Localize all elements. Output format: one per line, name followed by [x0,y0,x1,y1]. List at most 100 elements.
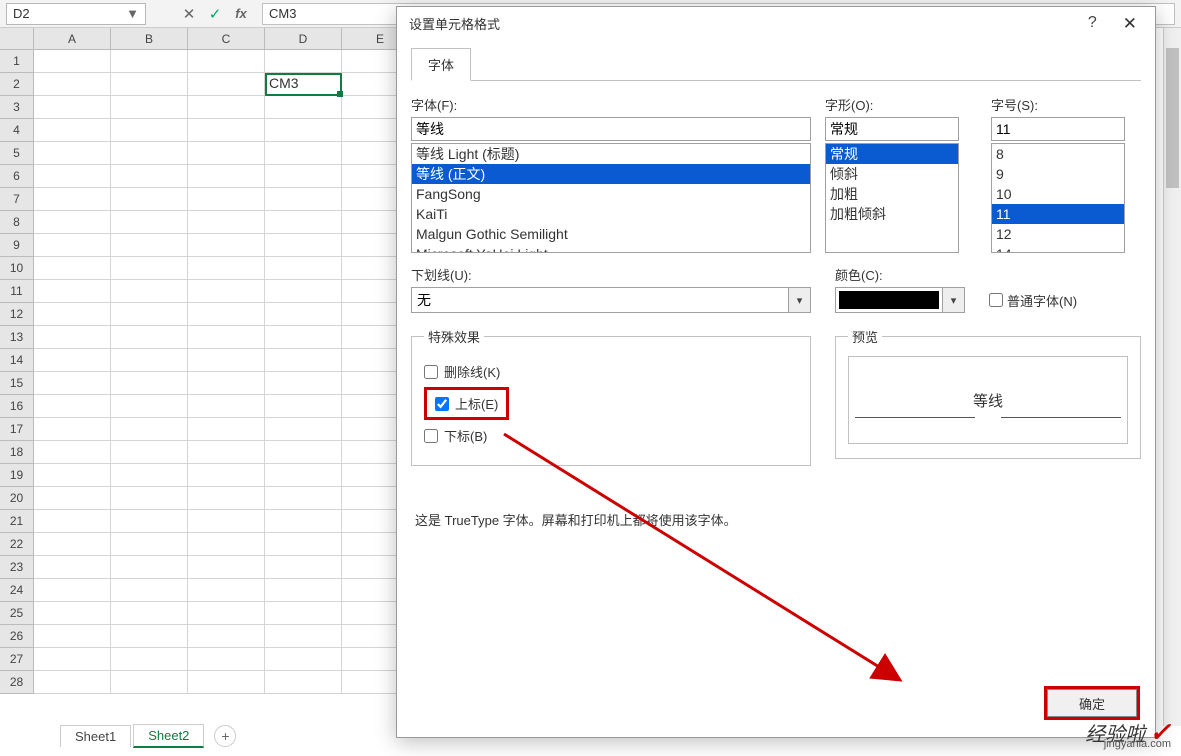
cell[interactable] [34,280,111,303]
scrollbar-thumb[interactable] [1166,48,1179,188]
cell[interactable] [34,119,111,142]
cell[interactable] [111,510,188,533]
cell[interactable] [265,119,342,142]
cell[interactable] [34,533,111,556]
cell[interactable] [111,625,188,648]
cell[interactable] [188,625,265,648]
cell[interactable] [111,671,188,694]
style-input[interactable] [825,117,959,141]
cell[interactable] [188,510,265,533]
cell[interactable] [34,579,111,602]
cell[interactable] [188,372,265,395]
cell[interactable] [34,464,111,487]
cell[interactable] [188,556,265,579]
list-item[interactable]: 等线 (正文) [412,164,810,184]
cell[interactable] [34,418,111,441]
cell[interactable] [34,556,111,579]
cell[interactable] [111,372,188,395]
list-item[interactable]: 9 [992,164,1124,184]
underline-combo[interactable]: ▾ [411,287,811,313]
row-header[interactable]: 15 [0,372,34,395]
col-header[interactable]: D [265,28,342,50]
cell[interactable] [188,280,265,303]
list-item[interactable]: 10 [992,184,1124,204]
cell[interactable] [265,188,342,211]
col-header[interactable]: B [111,28,188,50]
col-header[interactable]: C [188,28,265,50]
cell[interactable] [111,326,188,349]
row-header[interactable]: 8 [0,211,34,234]
cell[interactable] [111,464,188,487]
font-listbox[interactable]: 等线 Light (标题)等线 (正文)FangSongKaiTiMalgun … [411,143,811,253]
cell[interactable] [111,349,188,372]
list-item[interactable]: 8 [992,144,1124,164]
cell[interactable] [188,579,265,602]
cell[interactable] [265,395,342,418]
cell[interactable] [34,602,111,625]
close-icon[interactable]: ✕ [1117,14,1143,34]
cell[interactable] [34,211,111,234]
cell[interactable] [188,188,265,211]
cancel-icon[interactable]: ✕ [176,3,202,25]
vertical-scrollbar[interactable] [1163,28,1181,726]
cell[interactable] [188,142,265,165]
cell[interactable] [34,372,111,395]
row-header[interactable]: 2 [0,73,34,96]
row-header[interactable]: 27 [0,648,34,671]
cell[interactable] [111,211,188,234]
tab-sheet1[interactable]: Sheet1 [60,725,131,747]
cell[interactable] [265,441,342,464]
cell[interactable] [34,441,111,464]
cell[interactable] [265,303,342,326]
list-item[interactable]: 常规 [826,144,958,164]
cell[interactable] [111,119,188,142]
cell[interactable] [188,119,265,142]
color-picker[interactable]: ▾ [835,287,965,313]
ok-button[interactable]: 确定 [1047,689,1137,717]
cell[interactable] [34,96,111,119]
cell[interactable] [265,579,342,602]
list-item[interactable]: 等线 Light (标题) [412,144,810,164]
row-header[interactable]: 1 [0,50,34,73]
accept-icon[interactable]: ✓ [202,3,228,25]
cell[interactable] [111,257,188,280]
name-box[interactable]: D2 ▼ [6,3,146,25]
row-header[interactable]: 5 [0,142,34,165]
chevron-down-icon[interactable]: ▼ [126,6,139,21]
cell[interactable] [265,556,342,579]
list-item[interactable]: 倾斜 [826,164,958,184]
cell[interactable] [111,648,188,671]
cell[interactable] [111,188,188,211]
cell[interactable] [34,326,111,349]
cell[interactable] [188,648,265,671]
row-header[interactable]: 22 [0,533,34,556]
row-header[interactable]: 23 [0,556,34,579]
cell[interactable] [188,234,265,257]
cell[interactable] [188,73,265,96]
cell[interactable] [34,50,111,73]
size-listbox[interactable]: 8910111214 [991,143,1125,253]
cell[interactable] [111,280,188,303]
size-input[interactable] [991,117,1125,141]
cell[interactable] [34,349,111,372]
fx-icon[interactable]: fx [228,3,254,25]
cell[interactable]: CM3 [265,73,342,96]
add-sheet-button[interactable]: + [214,725,236,747]
list-item[interactable]: Malgun Gothic Semilight [412,224,810,244]
cell[interactable] [188,441,265,464]
cell[interactable] [265,234,342,257]
strikethrough-checkbox[interactable]: 删除线(K) [424,362,798,381]
col-header[interactable]: A [34,28,111,50]
row-header[interactable]: 18 [0,441,34,464]
cell[interactable] [265,602,342,625]
row-header[interactable]: 10 [0,257,34,280]
cell[interactable] [188,464,265,487]
cell[interactable] [111,165,188,188]
cell[interactable] [34,648,111,671]
list-item[interactable]: 加粗 [826,184,958,204]
cell[interactable] [111,303,188,326]
cell[interactable] [34,303,111,326]
cell[interactable] [265,349,342,372]
cell[interactable] [265,464,342,487]
list-item[interactable]: KaiTi [412,204,810,224]
